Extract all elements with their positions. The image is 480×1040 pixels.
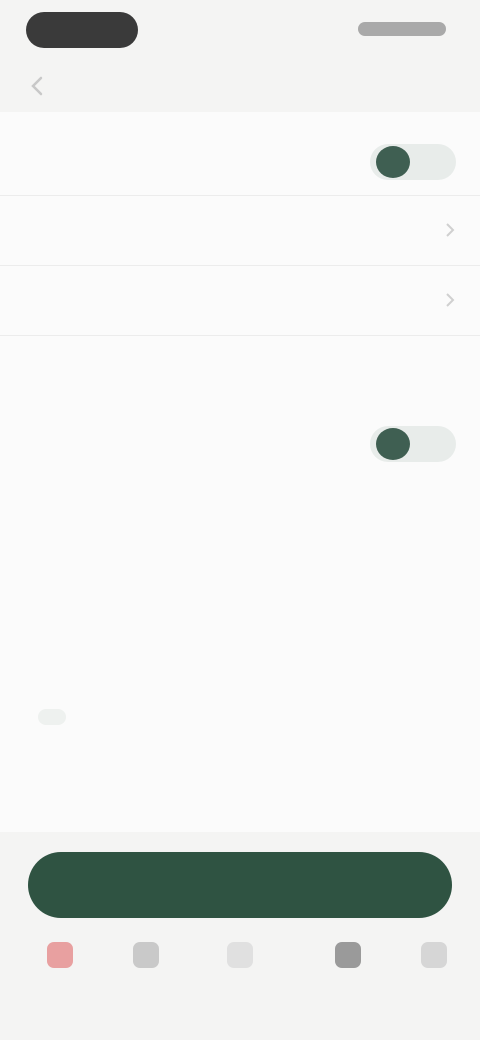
notify-toggle[interactable] (370, 426, 456, 462)
setting-row-select[interactable] (0, 266, 480, 336)
add-icon (227, 942, 253, 968)
navigation-bar (0, 60, 480, 112)
description-block (28, 546, 438, 585)
dynamic-island (26, 12, 138, 48)
tab-list[interactable] (116, 942, 176, 1002)
toggle-switch[interactable] (370, 144, 456, 180)
description-title (28, 546, 438, 563)
status-icons (358, 22, 446, 36)
notify-row[interactable] (0, 408, 480, 478)
chat-icon (335, 942, 361, 968)
chevron-right-icon (444, 222, 456, 238)
tags-label (28, 658, 66, 675)
tab-add[interactable] (210, 942, 270, 1002)
setting-row-select[interactable] (0, 196, 480, 266)
tab-bar (0, 930, 480, 1040)
tab-chat[interactable] (318, 942, 378, 1002)
settings-form (0, 112, 480, 832)
setting-label (28, 290, 34, 310)
chevron-right-icon (444, 292, 456, 308)
tags-block (28, 658, 66, 730)
toggle-knob (376, 146, 410, 178)
back-arrow-icon[interactable] (26, 74, 50, 98)
list-icon (133, 942, 159, 968)
profile-icon (421, 942, 447, 968)
setting-row-toggle[interactable] (0, 126, 480, 196)
submit-button[interactable] (28, 852, 452, 918)
toggle-knob (376, 428, 410, 460)
status-bar (0, 0, 480, 60)
tab-home[interactable] (30, 942, 90, 1002)
home-icon (47, 942, 73, 968)
tag-chip[interactable] (38, 709, 66, 725)
tab-profile[interactable] (404, 942, 464, 1002)
